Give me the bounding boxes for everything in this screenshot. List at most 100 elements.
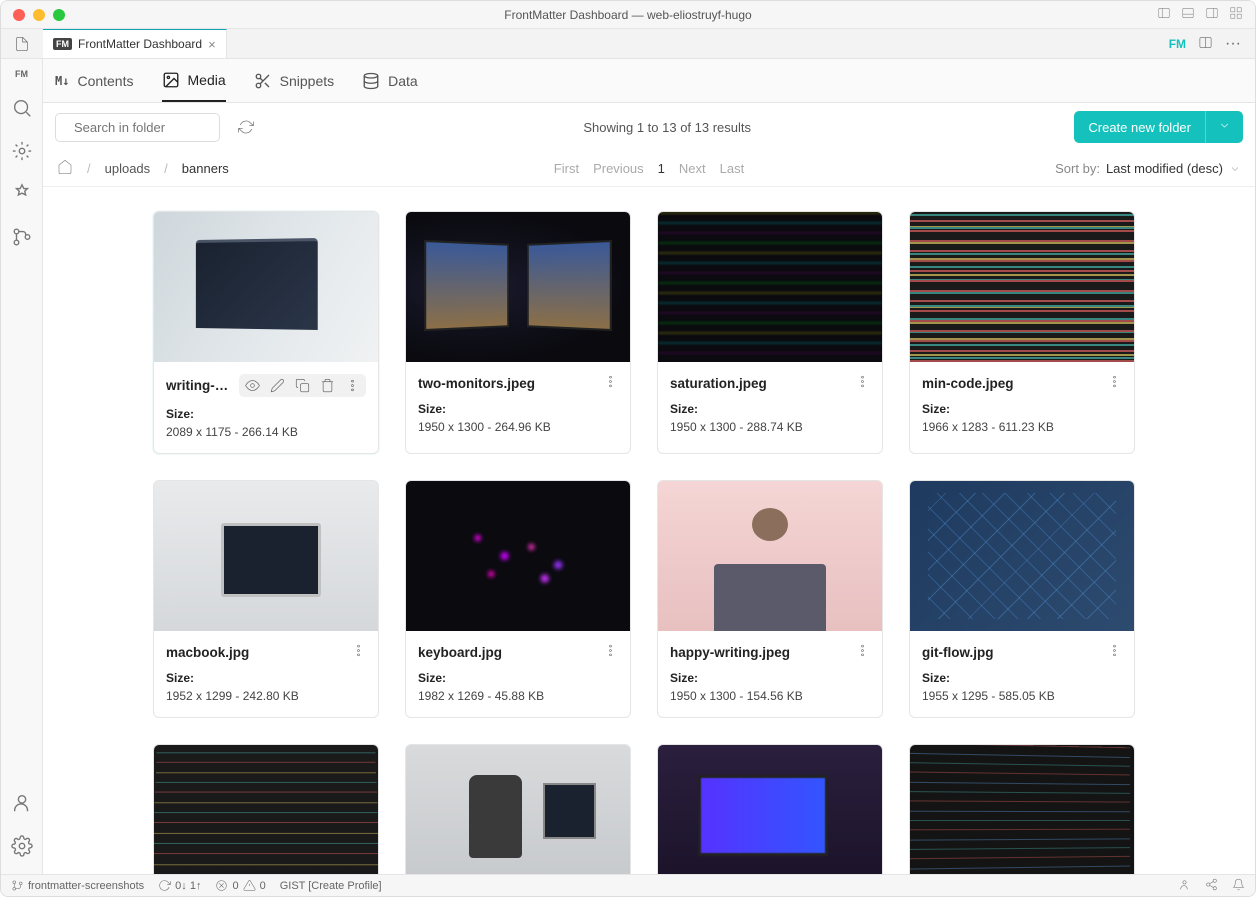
- panel-left-icon[interactable]: [1157, 6, 1171, 23]
- page-last[interactable]: Last: [720, 161, 745, 176]
- fm-badge-icon: FM: [53, 38, 72, 50]
- size-value: 1966 x 1283 - 611.23 KB: [922, 420, 1122, 434]
- media-thumbnail[interactable]: [154, 745, 378, 874]
- media-toolbar: Showing 1 to 13 of 13 results Create new…: [43, 103, 1255, 151]
- breadcrumb-uploads[interactable]: uploads: [105, 161, 151, 176]
- media-menu-button[interactable]: [1107, 643, 1122, 661]
- panel-right-icon[interactable]: [1205, 6, 1219, 23]
- navtab-data[interactable]: Data: [362, 59, 418, 102]
- refresh-button[interactable]: [232, 113, 260, 141]
- breadcrumb-banners[interactable]: banners: [182, 161, 229, 176]
- media-filename: min-code.jpeg: [922, 376, 1101, 391]
- panel-bottom-icon[interactable]: [1181, 6, 1195, 23]
- media-card[interactable]: min-code.jpegSize:1966 x 1283 - 611.23 K…: [909, 211, 1135, 454]
- create-folder-button[interactable]: Create new folder: [1074, 111, 1243, 143]
- media-grid-scroll[interactable]: writing-code.jpegSize:2089 x 1175 - 266.…: [43, 187, 1255, 874]
- titlebar: FrontMatter Dashboard — web-eliostruyf-h…: [1, 1, 1255, 29]
- media-thumbnail[interactable]: [406, 212, 630, 362]
- media-menu-button[interactable]: [603, 643, 618, 661]
- create-folder-dropdown[interactable]: [1205, 111, 1243, 143]
- gist-indicator[interactable]: GIST [Create Profile]: [280, 880, 382, 892]
- navtab-media[interactable]: Media: [162, 59, 226, 102]
- frontmatter-logo[interactable]: FM: [1169, 37, 1186, 51]
- close-tab-icon[interactable]: ×: [208, 37, 216, 52]
- media-card[interactable]: coffee.jpegSize:: [657, 744, 883, 874]
- media-thumbnail[interactable]: [658, 212, 882, 362]
- home-icon[interactable]: [57, 159, 73, 178]
- search-box[interactable]: [55, 113, 220, 142]
- split-editor-icon[interactable]: [1198, 35, 1213, 53]
- size-value: 1952 x 1299 - 242.80 KB: [166, 689, 366, 703]
- media-menu-button[interactable]: [603, 374, 618, 392]
- settings-gear-icon[interactable]: [11, 835, 33, 860]
- debug-activity-icon[interactable]: [11, 140, 33, 165]
- media-card[interactable]: git-flow.jpgSize:1955 x 1295 - 585.05 KB: [909, 480, 1135, 718]
- page-prev[interactable]: Previous: [593, 161, 644, 176]
- media-card[interactable]: writing-code.jpegSize:2089 x 1175 - 266.…: [153, 211, 379, 454]
- sortby-dropdown[interactable]: Sort by: Last modified (desc): [1055, 161, 1241, 176]
- source-control-activity-icon[interactable]: [11, 226, 33, 251]
- media-thumbnail[interactable]: [154, 212, 378, 362]
- media-filename: writing-code.jpeg: [166, 378, 233, 393]
- sync-indicator[interactable]: 0↓ 1↑: [158, 879, 201, 892]
- copy-icon[interactable]: [295, 378, 310, 393]
- navtab-contents[interactable]: M↓ Contents: [55, 59, 134, 102]
- editor-tab-frontmatter[interactable]: FM FrontMatter Dashboard ×: [43, 29, 227, 58]
- page-current: 1: [658, 161, 665, 176]
- search-activity-icon[interactable]: [11, 97, 33, 122]
- editor-tab-label: FrontMatter Dashboard: [78, 37, 202, 51]
- close-window-button[interactable]: [13, 9, 25, 21]
- maximize-window-button[interactable]: [53, 9, 65, 21]
- explorer-toggle-icon[interactable]: [1, 29, 43, 58]
- media-card[interactable]: dropzone.jpegSize:: [153, 744, 379, 874]
- media-card[interactable]: keyboard.jpgSize:1982 x 1269 - 45.88 KB: [405, 480, 631, 718]
- database-icon: [362, 72, 380, 90]
- branch-indicator[interactable]: frontmatter-screenshots: [11, 879, 144, 892]
- media-thumbnail[interactable]: [154, 481, 378, 631]
- media-card[interactable]: happy-writing.jpegSize:1950 x 1300 - 154…: [657, 480, 883, 718]
- extensions-activity-icon[interactable]: [11, 183, 33, 208]
- size-label: Size:: [418, 402, 618, 416]
- page-next[interactable]: Next: [679, 161, 706, 176]
- media-filename: saturation.jpeg: [670, 376, 849, 391]
- view-icon[interactable]: [245, 378, 260, 393]
- media-thumbnail[interactable]: [910, 745, 1134, 874]
- media-thumbnail[interactable]: [910, 212, 1134, 362]
- editor-tabbar: FM FrontMatter Dashboard × FM ···: [1, 29, 1255, 59]
- pagination: First Previous 1 Next Last: [554, 161, 744, 176]
- notifications-icon[interactable]: [1232, 878, 1245, 894]
- minimize-window-button[interactable]: [33, 9, 45, 21]
- page-first[interactable]: First: [554, 161, 579, 176]
- problems-indicator[interactable]: 0 0: [215, 879, 265, 892]
- media-menu-button[interactable]: [855, 643, 870, 661]
- search-input[interactable]: [74, 120, 250, 135]
- frontmatter-activity-icon[interactable]: FM: [15, 69, 28, 79]
- media-card[interactable]: saturation.jpegSize:1950 x 1300 - 288.74…: [657, 211, 883, 454]
- media-menu-button[interactable]: [1107, 374, 1122, 392]
- more-icon[interactable]: [345, 378, 360, 393]
- delete-icon[interactable]: [320, 378, 335, 393]
- navtab-snippets[interactable]: Snippets: [254, 59, 334, 102]
- edit-icon[interactable]: [270, 378, 285, 393]
- media-card[interactable]: developer.jpegSize:: [405, 744, 631, 874]
- window-title: FrontMatter Dashboard — web-eliostruyf-h…: [1, 8, 1255, 22]
- size-value: 1950 x 1300 - 264.96 KB: [418, 420, 618, 434]
- media-card[interactable]: code.jpgSize:: [909, 744, 1135, 874]
- media-menu-button[interactable]: [855, 374, 870, 392]
- media-filename: keyboard.jpg: [418, 645, 597, 660]
- media-card[interactable]: two-monitors.jpeg Size: 1950 x 1300 - 264.…: [405, 211, 631, 454]
- account-icon[interactable]: [11, 792, 33, 817]
- media-thumbnail[interactable]: [658, 481, 882, 631]
- live-share-icon[interactable]: [1205, 878, 1218, 894]
- account-status-icon[interactable]: [1178, 878, 1191, 894]
- media-thumbnail[interactable]: [910, 481, 1134, 631]
- media-menu-button[interactable]: [351, 643, 366, 661]
- layout-grid-icon[interactable]: [1229, 6, 1243, 23]
- media-thumbnail[interactable]: [406, 745, 630, 874]
- size-label: Size:: [418, 671, 618, 685]
- media-thumbnail[interactable]: [406, 481, 630, 631]
- media-filename: two-monitors.jpeg: [418, 376, 597, 391]
- more-actions-icon[interactable]: ···: [1225, 35, 1241, 53]
- media-card[interactable]: macbook.jpgSize:1952 x 1299 - 242.80 KB: [153, 480, 379, 718]
- media-thumbnail[interactable]: [658, 745, 882, 874]
